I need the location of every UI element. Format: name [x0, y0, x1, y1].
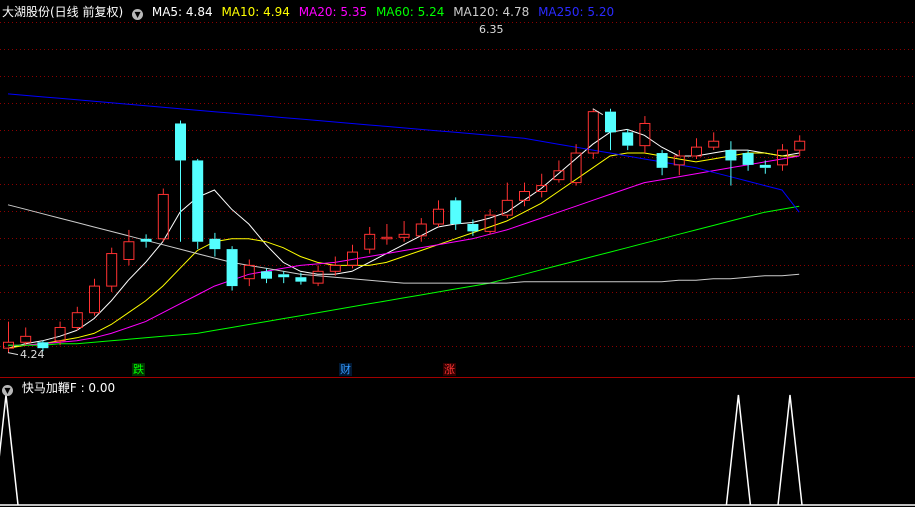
ma120-line	[7, 204, 800, 284]
indicator-title[interactable]: 快马加鞭F	[22, 381, 77, 395]
candle-body	[157, 193, 169, 240]
candle-body	[54, 326, 66, 342]
candle-body	[123, 241, 135, 260]
candle-body	[381, 236, 393, 240]
kline-chart[interactable]	[0, 0, 915, 507]
ma250-label: MA250: 5.20	[538, 5, 615, 19]
candle-body	[209, 238, 221, 250]
indicator-value: : 0.00	[80, 381, 116, 395]
ma20-label: MA20: 5.35	[298, 5, 368, 19]
candle-body	[226, 249, 238, 287]
indicator-header: ▼ 快马加鞭F : 0.00	[2, 379, 120, 397]
candle-body	[467, 224, 479, 232]
event-label-finance[interactable]: 财	[339, 363, 352, 376]
chevron-down-icon[interactable]: ▼	[2, 385, 13, 396]
candle-body	[777, 149, 788, 166]
high-price-label: 6.35	[479, 23, 504, 36]
candle-body	[175, 123, 186, 161]
candle-body	[20, 335, 32, 343]
candle-body	[364, 233, 376, 250]
stock-title[interactable]: 大湖股份(日线 前复权)	[2, 5, 123, 19]
low-price-label: 4.24	[20, 348, 45, 361]
candle-body	[71, 312, 83, 328]
candle-body	[140, 238, 152, 242]
main-chart-header: 大湖股份(日线 前复权) ▼ MA5: 4.84 MA10: 4.94 MA20…	[2, 3, 619, 21]
candle-body	[708, 140, 720, 148]
candle-body	[553, 170, 565, 181]
ma120-label: MA120: 4.78	[453, 5, 530, 19]
candle-body	[106, 253, 118, 287]
candle-body	[673, 155, 685, 166]
candle-body	[519, 190, 530, 201]
candle-body	[691, 146, 702, 157]
candle-body	[450, 200, 462, 224]
ma10-label: MA10: 4.94	[221, 5, 290, 19]
candle-body	[89, 285, 100, 314]
ma250-line	[7, 93, 800, 213]
candle-body	[622, 132, 634, 146]
candle-body	[794, 140, 806, 151]
event-label-rise[interactable]: 涨	[443, 363, 456, 376]
ma5-label: MA5: 4.84	[151, 5, 213, 19]
low-pointer	[7, 352, 19, 356]
candle-body	[261, 271, 272, 279]
ma60-label: MA60: 5.24	[375, 5, 445, 19]
candle-body	[329, 264, 341, 272]
candle-body	[759, 164, 771, 168]
candle-body	[605, 111, 616, 133]
candle-body	[312, 270, 324, 284]
candle-body	[278, 274, 290, 278]
candle-body	[725, 150, 737, 161]
candle-body	[742, 153, 754, 165]
indicator-line	[0, 394, 915, 506]
candle-body	[433, 208, 444, 225]
event-label-fall[interactable]: 跌	[132, 363, 145, 376]
candle-body	[398, 233, 410, 238]
candle-body	[295, 277, 307, 282]
candle-body	[192, 160, 204, 242]
candle-body	[656, 153, 668, 168]
chevron-down-icon[interactable]: ▼	[132, 9, 144, 20]
candle-body	[243, 264, 255, 280]
